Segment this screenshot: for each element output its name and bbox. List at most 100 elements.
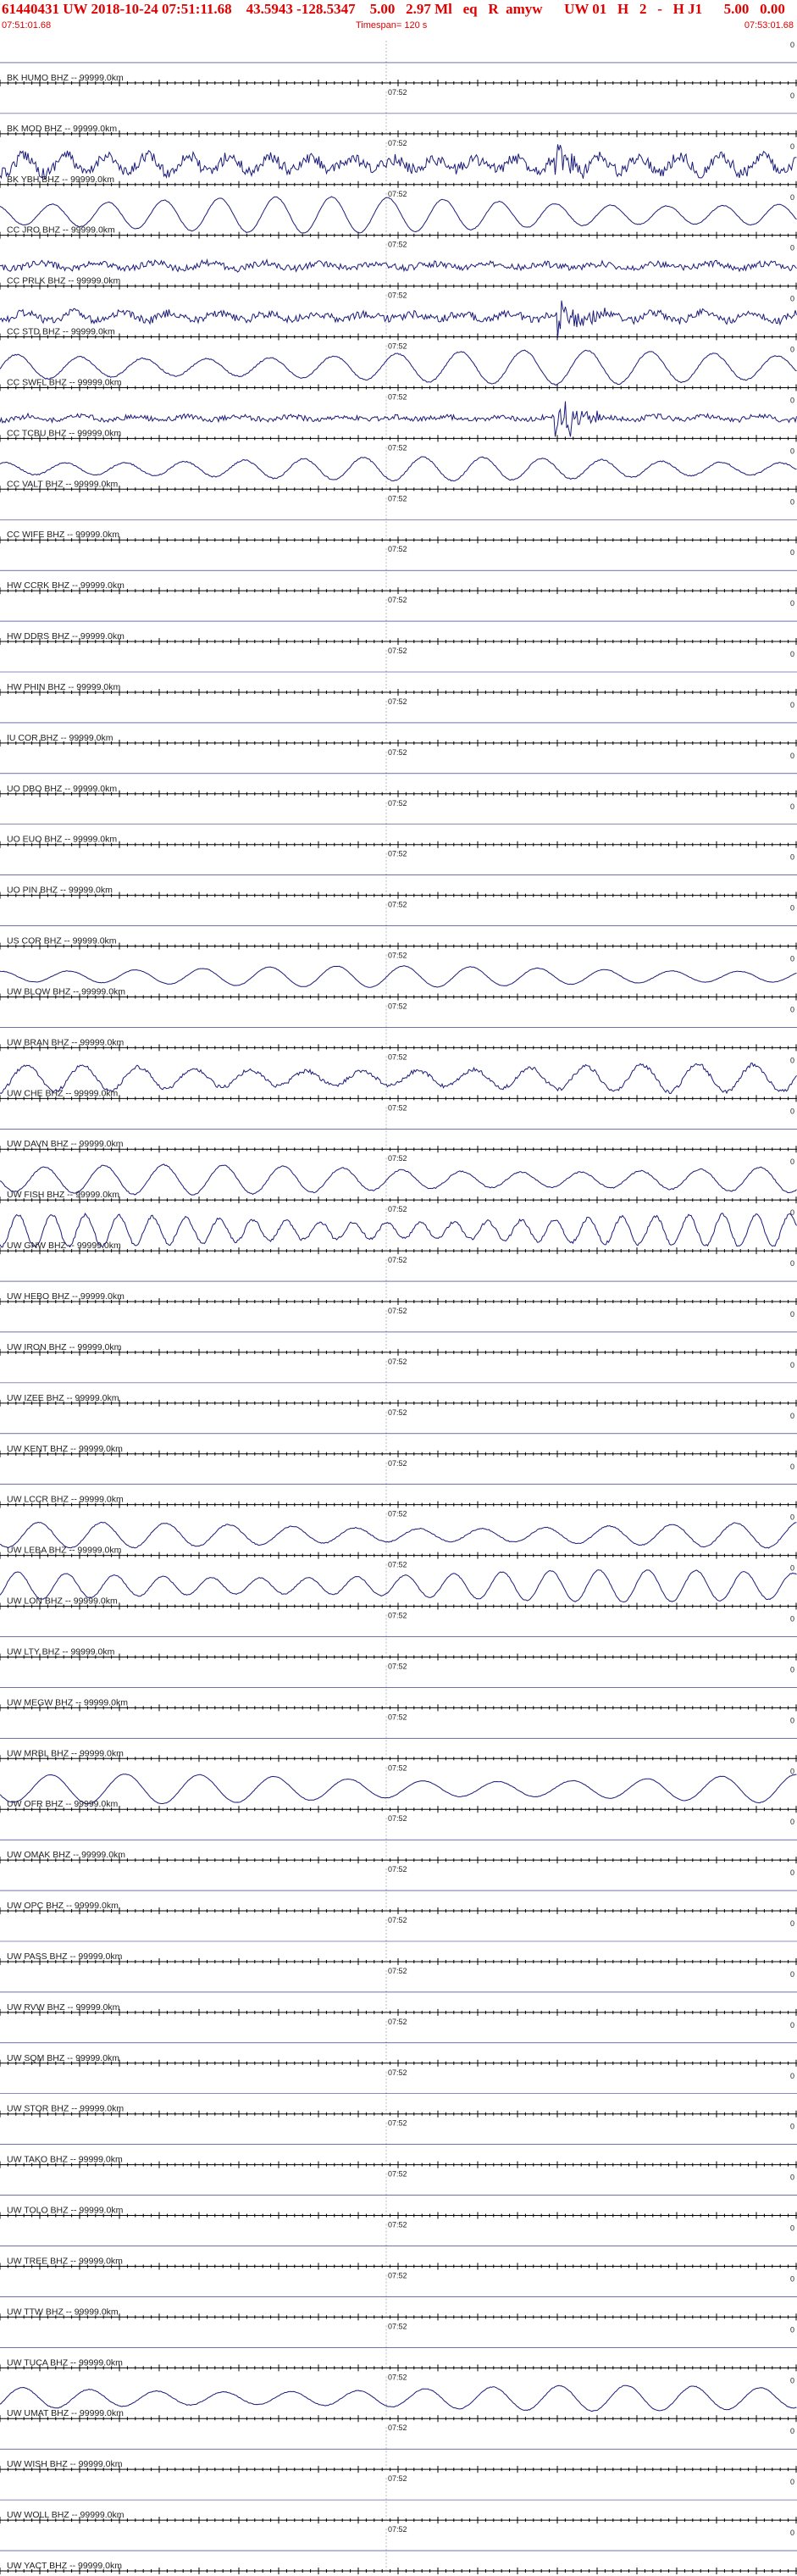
tick-label: 0 bbox=[790, 1412, 794, 1420]
tick-label: 0 bbox=[790, 1310, 794, 1319]
station-label: CC SWFL BHZ -- 99999.0km bbox=[7, 377, 122, 387]
seismogram-plot: 07:52 0 BK HUMO BHZ -- 99999.0km 07:52 0 BK M… bbox=[0, 41, 797, 2574]
tick-label: 0 bbox=[790, 447, 794, 455]
station-label: UW OPC BHZ -- 99999.0km bbox=[7, 1901, 119, 1911]
tick-label: 07:52 bbox=[388, 545, 407, 553]
trace-row: 07:52 0 UW LCCR BHZ -- 99999.0km bbox=[0, 1462, 797, 1518]
tick-label: 0 bbox=[790, 955, 794, 963]
trace-row: 07:52 0 UW GNW BHZ -- 99999.0km bbox=[0, 1208, 797, 1264]
waveform-line bbox=[0, 456, 797, 482]
trace-row: 07:52 0 CC STD BHZ -- 99999.0km bbox=[0, 294, 797, 351]
tick-label: 07:52 bbox=[388, 1916, 407, 1924]
trace-row: 07:52 0 UW LTY BHZ -- 99999.0km bbox=[0, 1614, 797, 1670]
station-label: UW TOLO BHZ -- 99999.0km bbox=[7, 2206, 124, 2216]
tick-label: 07:52 bbox=[388, 342, 407, 351]
tick-label: 07:52 bbox=[388, 1612, 407, 1620]
tick-label: 07:52 bbox=[388, 2322, 407, 2330]
tick-label: 07:52 bbox=[388, 647, 407, 655]
station-label: UW CHE BHZ -- 99999.0km bbox=[7, 1088, 119, 1098]
trace-row: 07:52 0 US COR BHZ -- 99999.0km bbox=[0, 903, 797, 960]
tick-label: 07:52 bbox=[388, 1763, 407, 1772]
tick-label: 07:52 bbox=[388, 139, 407, 147]
station-label: UW LCCR BHZ -- 99999.0km bbox=[7, 1495, 124, 1505]
tick-label: 0 bbox=[790, 41, 794, 49]
trace-row: 07:52 0 UW TUCA BHZ -- 99999.0km bbox=[0, 2325, 797, 2381]
tick-label: 07:52 bbox=[388, 1307, 407, 1315]
tick-label: 07:52 bbox=[388, 697, 407, 706]
station-label: UO PIN BHZ -- 99999.0km bbox=[7, 886, 113, 896]
tick-label: 07:52 bbox=[388, 1510, 407, 1518]
trace-row: 07:52 0 BK HUMO BHZ -- 99999.0km bbox=[0, 41, 797, 97]
station-label: BK MOD BHZ -- 99999.0km bbox=[7, 124, 117, 134]
tick-label: 07:52 bbox=[388, 799, 407, 808]
station-label: UO DBO BHZ -- 99999.0km bbox=[7, 784, 117, 794]
tick-label: 0 bbox=[790, 2072, 794, 2080]
tick-label: 07:52 bbox=[388, 443, 407, 452]
station-label: UW FISH BHZ -- 99999.0km bbox=[7, 1190, 119, 1200]
trace-row: 07:52 0 UW OMAK BHZ -- 99999.0km bbox=[0, 1818, 797, 1874]
station-label: HW PHIN BHZ -- 99999.0km bbox=[7, 682, 120, 692]
trace-row: 07:52 0 CC VALT BHZ -- 99999.0km bbox=[0, 447, 797, 502]
waveform-line bbox=[0, 300, 797, 338]
tick-label: 0 bbox=[790, 1970, 794, 1979]
trace-row: 07:52 0 CC SWFL BHZ -- 99999.0km bbox=[0, 345, 797, 401]
tick-label: 07:52 bbox=[388, 2271, 407, 2279]
waveform-line bbox=[0, 1062, 797, 1095]
tick-label: 07:52 bbox=[388, 88, 407, 97]
station-label: UW SQM BHZ -- 99999.0km bbox=[7, 2053, 119, 2063]
waveform-line bbox=[0, 1569, 797, 1603]
station-label: UW DAVN BHZ -- 99999.0km bbox=[7, 1139, 124, 1149]
station-label: UW KENT BHZ -- 99999.0km bbox=[7, 1444, 123, 1454]
waveform-line bbox=[0, 1774, 797, 1805]
tick-label: 0 bbox=[790, 1107, 794, 1115]
tick-label: 07:52 bbox=[388, 1561, 407, 1569]
tick-label: 0 bbox=[790, 2325, 794, 2334]
tick-label: 0 bbox=[790, 853, 794, 862]
tick-label: 0 bbox=[790, 1564, 794, 1573]
station-label: UW MRBL BHZ -- 99999.0km bbox=[7, 1748, 124, 1758]
station-label: UO EUO BHZ -- 99999.0km bbox=[7, 835, 117, 845]
tick-label: 07:52 bbox=[388, 190, 407, 198]
tick-label: 0 bbox=[790, 2274, 794, 2283]
trace-row: 07:52 0 UO PIN BHZ -- 99999.0km bbox=[0, 852, 797, 909]
station-label: UW TAKO BHZ -- 99999.0km bbox=[7, 2155, 123, 2165]
station-label: CC WIFE BHZ -- 99999.0km bbox=[7, 530, 119, 540]
tick-label: 0 bbox=[790, 1463, 794, 1471]
tick-label: 07:52 bbox=[388, 2373, 407, 2381]
station-label: CC TCBU BHZ -- 99999.0km bbox=[7, 428, 121, 438]
tick-label: 07:52 bbox=[388, 596, 407, 604]
trace-row: 07:52 0 HW CCRK BHZ -- 99999.0km bbox=[0, 548, 797, 604]
tick-label: 0 bbox=[790, 1818, 794, 1826]
waveform-line bbox=[0, 258, 797, 273]
trace-row: 07:52 0 UW LON BHZ -- 99999.0km bbox=[0, 1563, 797, 1620]
tick-label: 07:52 bbox=[388, 2119, 407, 2128]
tick-label: 07:52 bbox=[388, 1357, 407, 1366]
waveform-line bbox=[0, 1163, 797, 1196]
tick-label: 0 bbox=[790, 1208, 794, 1217]
tick-label: 0 bbox=[790, 1665, 794, 1674]
station-label: IU COR BHZ -- 99999.0km bbox=[7, 733, 113, 743]
tick-label: 07:52 bbox=[388, 1002, 407, 1010]
tick-label: 07:52 bbox=[388, 1052, 407, 1061]
tick-label: 0 bbox=[790, 396, 794, 404]
tick-label: 07:52 bbox=[388, 1967, 407, 1975]
station-label: UW STOR BHZ -- 99999.0km bbox=[7, 2104, 124, 2114]
trace-row: 07:52 0 UW DAVN BHZ -- 99999.0km bbox=[0, 1107, 797, 1163]
trace-row: 07:52 0 UW RVW BHZ -- 99999.0km bbox=[0, 1969, 797, 2026]
waveform-line bbox=[0, 144, 797, 180]
trace-row: 07:52 0 UW BLOW BHZ -- 99999.0km bbox=[0, 954, 797, 1010]
tick-label: 0 bbox=[790, 752, 794, 760]
tick-label: 0 bbox=[790, 904, 794, 913]
waveform-line bbox=[0, 965, 797, 988]
tick-label: 0 bbox=[790, 2021, 794, 2029]
tick-label: 07:52 bbox=[388, 392, 407, 401]
tick-label: 07:52 bbox=[388, 850, 407, 858]
tick-label: 07:52 bbox=[388, 494, 407, 502]
station-label: CC PRLK BHZ -- 99999.0km bbox=[7, 276, 120, 286]
trace-row: 07:52 0 UW TREE BHZ -- 99999.0km bbox=[0, 2223, 797, 2279]
waveform-line bbox=[0, 1521, 797, 1549]
tick-label: 0 bbox=[790, 92, 794, 100]
station-label: UW BLOW BHZ -- 99999.0km bbox=[7, 986, 125, 997]
station-label: UW LTY BHZ -- 99999.0km bbox=[7, 1646, 115, 1657]
tick-label: 0 bbox=[790, 1056, 794, 1064]
